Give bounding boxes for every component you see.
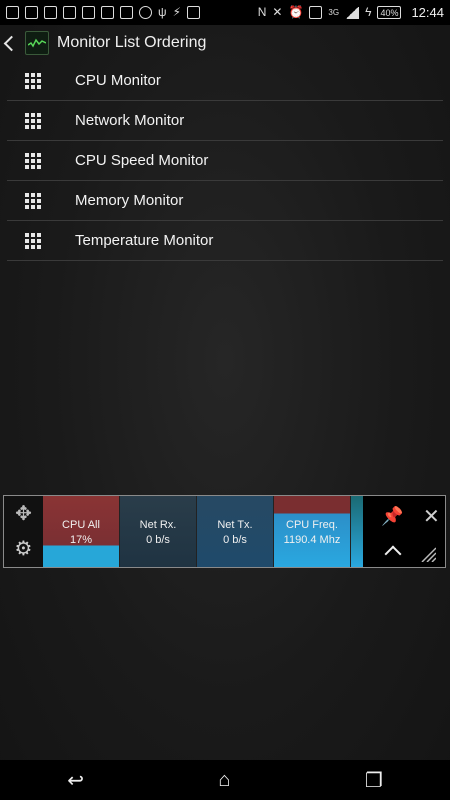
drag-handle-icon[interactable] <box>25 112 41 129</box>
move-icon[interactable]: ✥ <box>15 504 32 524</box>
tile-value: 0 b/s <box>223 534 247 546</box>
whatsapp-icon <box>139 6 152 19</box>
pin-icon[interactable]: 📌 <box>381 506 403 527</box>
clock: 12:44 <box>411 5 444 20</box>
drag-handle-icon[interactable] <box>25 192 41 209</box>
tile-value: 17% <box>69 534 93 546</box>
tile-value: 0 b/s <box>146 534 170 546</box>
tile-name: Net Rx. <box>139 519 177 531</box>
close-icon[interactable]: ✕ <box>423 504 440 529</box>
list-item-memory-monitor[interactable]: Memory Monitor <box>7 181 443 221</box>
status-bar: ψ ⚡ N ✕ ⏰ 3G ϟ 40% 12:44 <box>0 0 450 25</box>
image-icon <box>120 6 133 19</box>
page-title: Monitor List Ordering <box>57 34 207 51</box>
tile-cpu-freq[interactable]: CPU Freq. 1190.4 Mhz <box>274 496 351 567</box>
chevron-up-icon[interactable] <box>384 545 402 563</box>
chat-icon <box>82 6 95 19</box>
nfc-icon: N <box>257 5 267 19</box>
drag-handle-icon[interactable] <box>25 152 41 169</box>
home-icon[interactable]: ⌂ <box>218 769 230 792</box>
list-item-network-monitor[interactable]: Network Monitor <box>7 101 443 141</box>
tile-net-rx[interactable]: Net Rx. 0 b/s <box>120 496 197 567</box>
monitor-list: CPU Monitor Network Monitor CPU Speed Mo… <box>7 61 443 261</box>
mute-icon: ✕ <box>272 5 283 19</box>
tile-name: Net Tx. <box>217 519 253 531</box>
list-item-temperature-monitor[interactable]: Temperature Monitor <box>7 221 443 261</box>
signal-icon <box>345 6 360 19</box>
no-signal-icon: ⚡ <box>172 5 181 19</box>
list-item-label: CPU Speed Monitor <box>75 152 209 169</box>
app-icon[interactable] <box>25 31 49 55</box>
action-bar: Monitor List Ordering <box>0 25 450 61</box>
cloud-icon <box>44 6 57 19</box>
drag-handle-icon[interactable] <box>25 232 41 249</box>
tile-name: CPU All <box>62 519 100 531</box>
tile-partial[interactable] <box>351 496 363 567</box>
notification-icon <box>25 6 38 19</box>
back-chevron-icon[interactable] <box>3 35 20 51</box>
gear-icon[interactable]: ⚙ <box>15 539 33 559</box>
checkbox-icon <box>101 6 114 19</box>
back-icon[interactable]: ↩ <box>67 768 84 793</box>
drag-handle-icon[interactable] <box>25 72 41 89</box>
play-store-icon <box>63 6 76 19</box>
alarm-icon: ⏰ <box>288 5 304 19</box>
list-item-label: Network Monitor <box>75 112 185 129</box>
tile-value: 1190.4 Mhz <box>283 534 341 546</box>
network-type: 3G <box>328 8 340 17</box>
list-item-label: Memory Monitor <box>75 192 184 209</box>
navigation-bar: ↩ ⌂ ❐ <box>0 760 450 800</box>
list-item-label: CPU Monitor <box>75 72 161 89</box>
vibrate-icon <box>309 6 323 19</box>
usb-icon: ψ <box>158 5 167 19</box>
widget-actions: 📌 ✕ <box>363 496 445 567</box>
charging-icon: ϟ <box>365 5 372 19</box>
android-icon <box>187 6 200 19</box>
notification-icons: ψ ⚡ <box>0 6 200 19</box>
monitor-graph-icon <box>28 38 46 48</box>
list-item-cpu-speed-monitor[interactable]: CPU Speed Monitor <box>7 141 443 181</box>
widget-controls: ✥ ⚙ <box>4 496 43 567</box>
tile-net-tx[interactable]: Net Tx. 0 b/s <box>197 496 274 567</box>
resize-icon[interactable] <box>420 546 436 562</box>
tile-name: CPU Freq. <box>286 519 338 531</box>
recents-icon[interactable]: ❐ <box>365 768 383 793</box>
list-item-cpu-monitor[interactable]: CPU Monitor <box>7 61 443 101</box>
floating-monitor-widget[interactable]: ✥ ⚙ CPU All 17% Net Rx. 0 b/s Net Tx. 0 … <box>3 495 446 568</box>
battery-level: 40% <box>377 6 402 19</box>
tile-cpu-all[interactable]: CPU All 17% <box>43 496 120 567</box>
notification-icon <box>6 6 19 19</box>
system-icons: N ✕ ⏰ 3G ϟ 40% 12:44 <box>258 0 444 25</box>
list-item-label: Temperature Monitor <box>75 232 214 249</box>
